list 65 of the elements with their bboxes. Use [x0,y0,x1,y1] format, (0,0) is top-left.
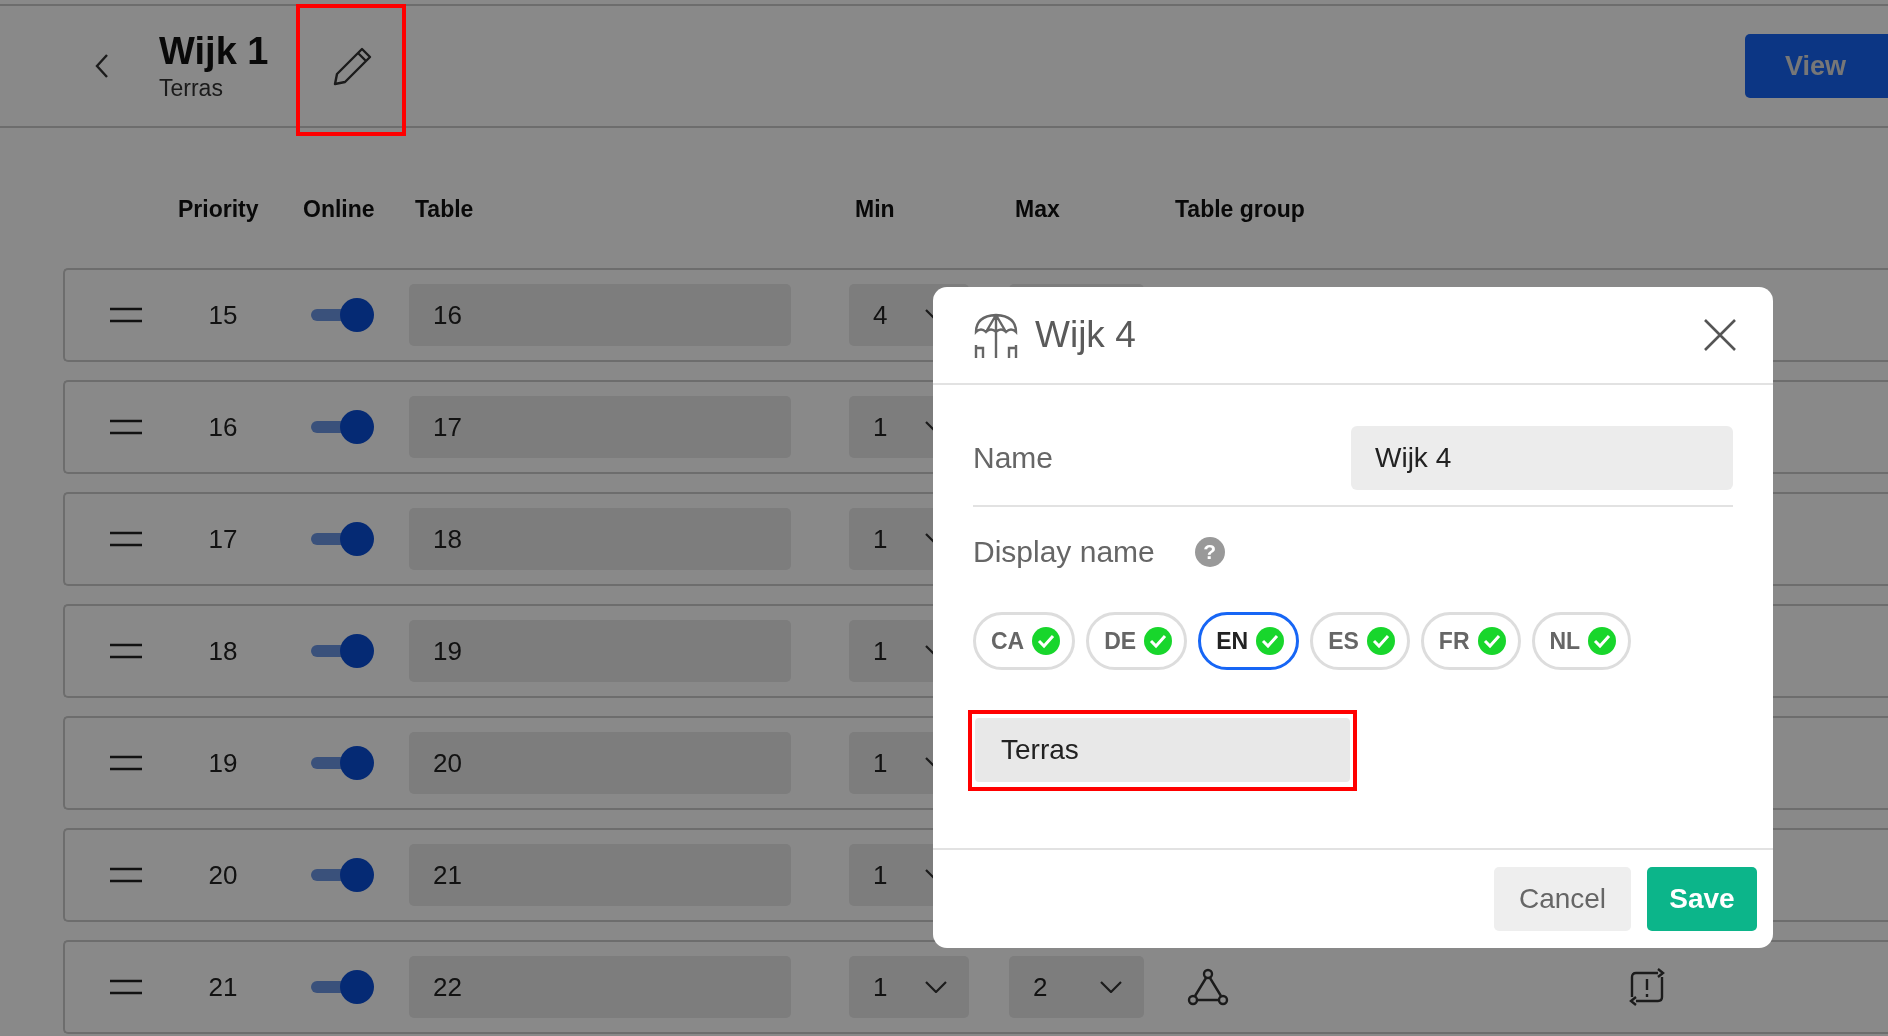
max-dropdown[interactable]: 2 [1009,956,1144,1018]
priority-number: 21 [207,971,239,1003]
field-label: Display name [973,535,1155,569]
umbrella-table-icon [973,312,1019,358]
check-circle-icon [1144,627,1173,655]
drag-handle-icon[interactable] [110,419,142,435]
toggle-switch[interactable] [309,634,374,668]
priority-number: 16 [207,411,239,443]
drag-handle-icon[interactable] [110,979,142,995]
toggle-switch[interactable] [309,970,374,1004]
check-circle-icon [1588,627,1617,655]
cancel-button[interactable]: Cancel [1494,867,1631,931]
chevron-down-icon [1100,981,1122,993]
close-icon[interactable] [1703,318,1737,352]
toggle-switch[interactable] [309,522,374,556]
page-title: Wijk 1 [159,30,269,73]
column-header: Min [855,196,895,223]
language-chip[interactable]: NL [1531,612,1632,670]
column-header: Table [415,196,474,223]
table-field[interactable]: 16 [409,284,791,346]
column-header: Online [303,196,375,223]
column-header: Priority [178,196,259,223]
column-header: Max [1015,196,1060,223]
drag-handle-icon[interactable] [110,867,142,883]
field-label: Name [973,441,1054,475]
back-icon[interactable] [95,53,109,79]
save-button[interactable]: Save [1647,867,1757,931]
table-field[interactable]: 17 [409,396,791,458]
language-chip[interactable]: CA [973,612,1076,670]
check-circle-icon [1256,627,1285,655]
view-button[interactable]: View [1745,34,1888,98]
language-chip[interactable]: EN [1198,612,1300,670]
check-circle-icon [1032,627,1061,655]
priority-number: 19 [207,747,239,779]
min-dropdown[interactable]: 1 [849,956,969,1018]
triangle-nodes-icon[interactable] [1187,968,1229,1006]
priority-number: 20 [207,859,239,891]
help-icon[interactable]: ? [1194,537,1225,567]
display-name-input[interactable]: Terras [975,718,1350,782]
language-chip[interactable]: ES [1310,612,1410,670]
page-subtitle: Terras [159,75,224,102]
priority-number: 17 [207,523,239,555]
toggle-switch[interactable] [309,298,374,332]
toggle-switch[interactable] [309,410,374,444]
drag-handle-icon[interactable] [110,531,142,547]
drag-handle-icon[interactable] [110,755,142,771]
chevron-down-icon [925,981,947,993]
toggle-switch[interactable] [309,858,374,892]
priority-number: 15 [207,299,239,331]
drag-handle-icon[interactable] [110,307,142,323]
table-field[interactable]: 19 [409,620,791,682]
check-circle-icon [1366,627,1395,655]
language-chip[interactable]: FR [1420,612,1521,670]
table-field[interactable]: 20 [409,732,791,794]
column-header: Table group [1175,196,1305,223]
priority-number: 18 [207,635,239,667]
check-circle-icon [1477,627,1506,655]
modal-title: Wijk 4 [1035,314,1136,356]
language-chip[interactable]: DE [1086,612,1188,670]
table-field[interactable]: 18 [409,508,791,570]
table-field[interactable]: 22 [409,956,791,1018]
toggle-switch[interactable] [309,746,374,780]
name-input[interactable]: Wijk 4 [1351,426,1733,490]
drag-handle-icon[interactable] [110,643,142,659]
table-field[interactable]: 21 [409,844,791,906]
